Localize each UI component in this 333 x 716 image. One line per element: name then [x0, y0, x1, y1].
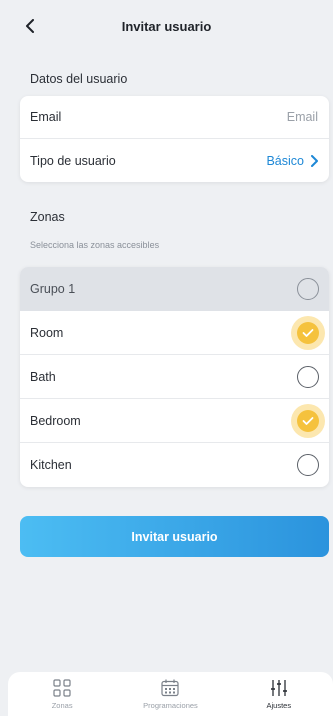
zone-label: Bath — [30, 369, 56, 384]
user-type-selector[interactable]: Básico — [266, 154, 318, 168]
zone-label: Bedroom — [30, 413, 81, 428]
tab-label: Ajustes — [266, 701, 292, 710]
user-type-label: Tipo de usuario — [30, 153, 116, 168]
email-field[interactable]: Email Email — [20, 96, 329, 139]
tab-ajustes[interactable]: Ajustes — [234, 678, 324, 710]
calendar-icon — [161, 679, 180, 697]
tab-label: Programaciones — [143, 701, 198, 710]
checkmark-icon — [302, 416, 314, 425]
zones-card: Grupo 1 Room Bath Bedroom Kitchen — [20, 267, 329, 487]
page-title: Invitar usuario — [121, 18, 212, 34]
user-data-card: Email Email Tipo de usuario Básico — [20, 96, 329, 182]
zone-label: Room — [30, 325, 64, 340]
zone-row[interactable]: Bath — [20, 355, 329, 399]
email-label: Email — [30, 110, 62, 124]
zone-group-row[interactable]: Grupo 1 — [20, 267, 329, 311]
zones-subtitle: Selecciona las zonas accesibles — [30, 240, 160, 250]
tab-label: Zonas — [51, 701, 73, 710]
invite-user-button[interactable]: Invitar usuario — [20, 516, 329, 557]
tab-programaciones[interactable]: Programaciones — [125, 678, 215, 710]
zone-label: Kitchen — [30, 458, 72, 472]
user-type-value: Básico — [266, 153, 304, 168]
email-input[interactable]: Email — [287, 110, 318, 124]
back-button[interactable] — [18, 14, 42, 38]
zone-group-label: Grupo 1 — [30, 282, 76, 296]
tab-bar: Zonas Programaciones Ajustes — [8, 672, 333, 716]
zone-row[interactable]: Bedroom — [20, 399, 329, 443]
zone-radio[interactable] — [297, 365, 319, 388]
checkmark-icon — [302, 328, 314, 337]
grid-icon — [53, 679, 71, 697]
zone-row[interactable]: Room — [20, 311, 329, 355]
header: Invitar usuario — [0, 0, 333, 52]
user-data-section-title: Datos del usuario — [30, 72, 128, 86]
tab-zonas[interactable]: Zonas — [17, 678, 107, 710]
chevron-right-icon — [311, 154, 318, 167]
zone-group-radio[interactable] — [297, 278, 319, 300]
zone-radio-checked[interactable] — [297, 321, 319, 344]
zone-row[interactable]: Kitchen — [20, 443, 329, 487]
zones-section-title: Zonas — [30, 210, 65, 224]
user-type-row[interactable]: Tipo de usuario Básico — [20, 139, 329, 182]
zone-radio[interactable] — [297, 454, 319, 476]
chevron-left-icon — [26, 19, 34, 33]
zone-radio-checked[interactable] — [297, 409, 319, 432]
sliders-icon — [270, 680, 287, 696]
